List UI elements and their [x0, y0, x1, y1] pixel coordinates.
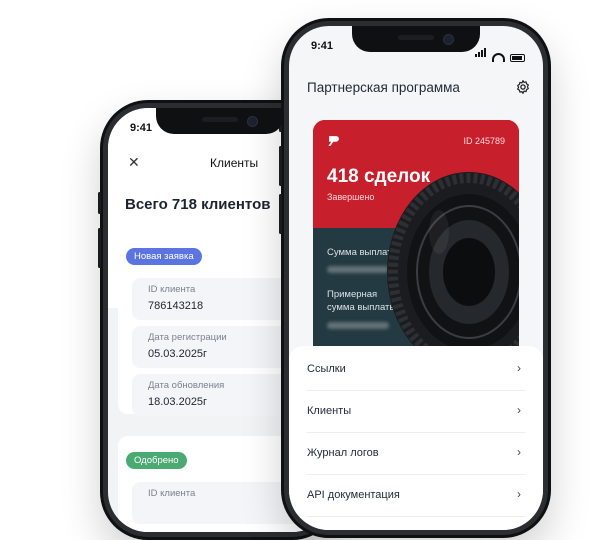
chevron-right-icon: ›	[517, 445, 521, 459]
menu-item-label: Ссылки	[307, 363, 346, 375]
status-icons	[475, 44, 525, 62]
status-time: 9:41	[130, 122, 153, 134]
status-time: 9:41	[311, 40, 334, 52]
page-title: Клиенты	[210, 156, 259, 170]
logo-icon	[328, 136, 339, 146]
field-label: Дата регистрации	[148, 332, 227, 343]
tire-image	[387, 172, 519, 368]
phone-partner-program: 9:41 Партнерская программа ID 245789 418…	[279, 18, 551, 538]
signal-icon	[475, 44, 487, 62]
chevron-right-icon: ›	[517, 361, 521, 375]
volume-up-button	[98, 228, 101, 268]
menu-item-logs[interactable]: Журнал логов ›	[307, 434, 525, 475]
deals-card[interactable]: ID 245789 418 сделок Завершено Сумма вып…	[313, 120, 519, 368]
chevron-right-icon: ›	[517, 403, 521, 417]
close-icon[interactable]: ✕	[128, 154, 140, 171]
battery-icon	[510, 54, 525, 62]
page-title: Партнерская программа	[307, 80, 460, 95]
partner-id: ID 245789	[463, 136, 505, 146]
volume-down-button	[279, 194, 282, 234]
field-label: ID клиента	[148, 284, 196, 295]
menu-item-label: Клиенты	[307, 405, 352, 417]
mute-switch	[98, 192, 101, 214]
volume-up-button	[279, 146, 282, 186]
notch	[352, 26, 480, 52]
field-value: 05.03.2025г	[148, 348, 208, 360]
chevron-right-icon: ›	[517, 487, 521, 501]
wifi-icon	[492, 53, 505, 62]
field-value: 18.03.2025г	[148, 396, 208, 408]
menu-item-label: Журнал логов	[307, 447, 379, 459]
notch	[156, 108, 284, 134]
deals-status: Завершено	[327, 192, 375, 202]
status-badge: Новая заявка	[126, 248, 202, 265]
menu-item-label: API документация	[307, 489, 400, 501]
field-label: Дата обновления	[148, 380, 225, 391]
status-badge: Одобрено	[126, 452, 187, 469]
menu-list: Ссылки › Клиенты › Журнал логов › API до…	[289, 346, 543, 530]
menu-item-links[interactable]: Ссылки ›	[307, 350, 525, 391]
gear-icon[interactable]	[515, 79, 531, 95]
partner-screen: 9:41 Партнерская программа ID 245789 418…	[289, 26, 543, 530]
menu-item-clients[interactable]: Клиенты ›	[307, 392, 525, 433]
menu-item-api-docs[interactable]: API документация ›	[307, 476, 525, 517]
clients-total: Всего 718 клиентов	[125, 196, 271, 213]
field-value: 786143218	[148, 300, 204, 312]
field-label: ID клиента	[148, 488, 196, 499]
